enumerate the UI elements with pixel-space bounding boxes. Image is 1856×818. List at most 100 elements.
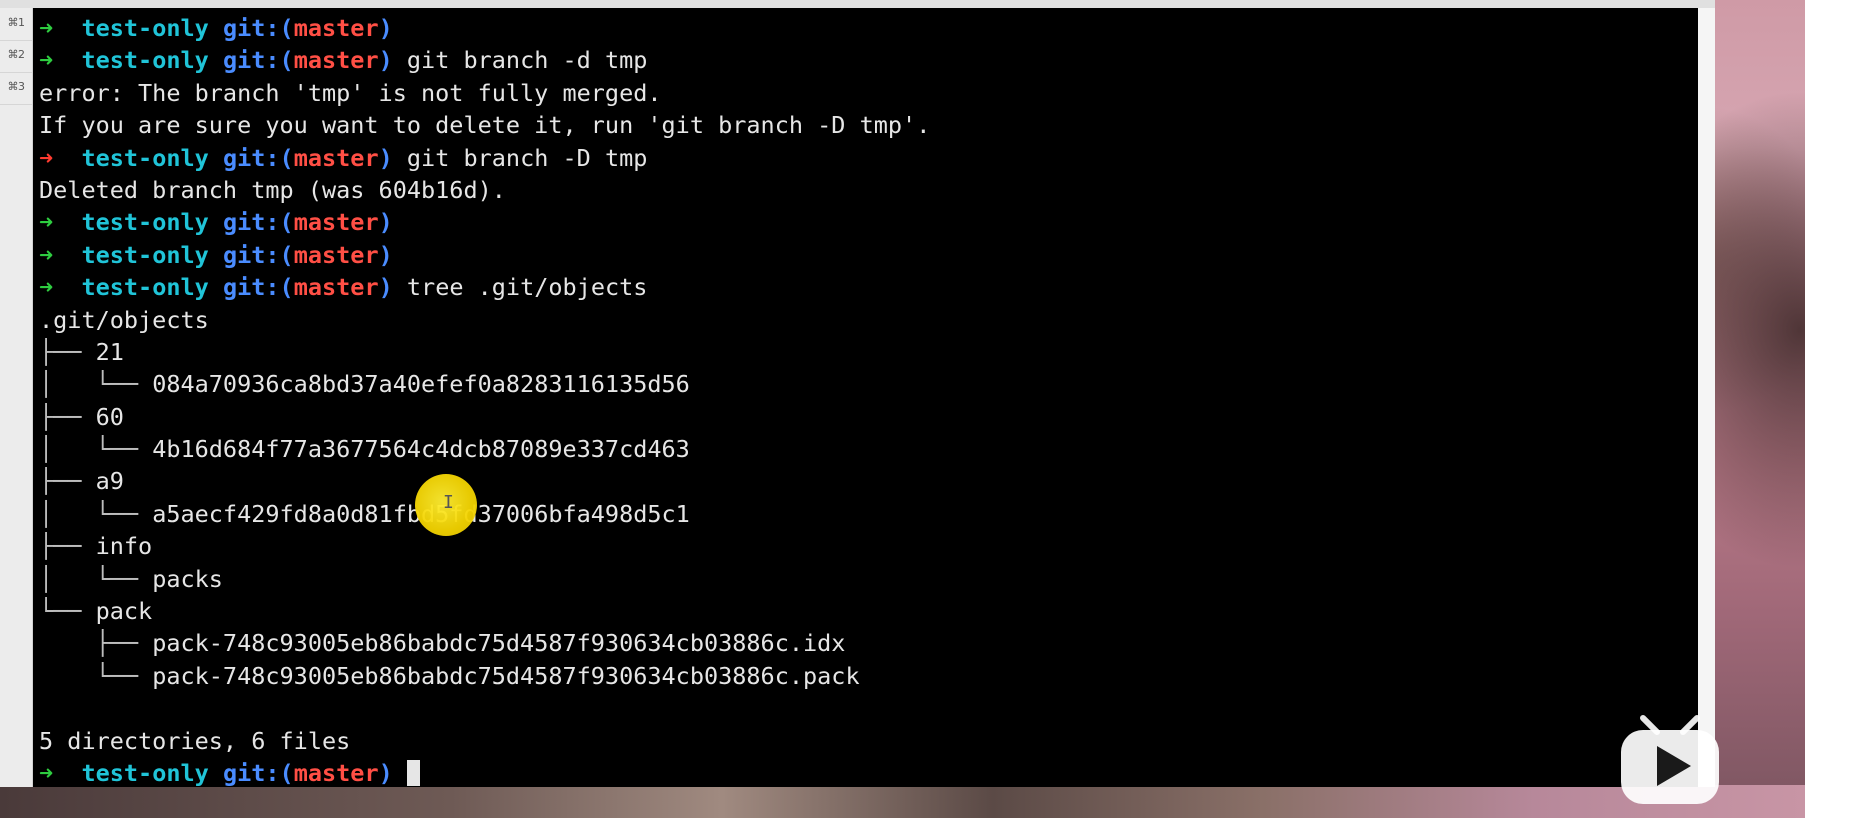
terminal-line: └── pack-748c93005eb86babdc75d4587f93063… bbox=[39, 660, 930, 692]
prompt-open-paren: ( bbox=[279, 273, 294, 302]
command-text: tree .git/objects bbox=[392, 273, 648, 302]
tree-guide: │ └── bbox=[39, 370, 153, 399]
prompt-branch: master bbox=[293, 143, 379, 172]
prompt-arrow-icon: ➜ bbox=[39, 240, 54, 269]
terminal-line: ├── 60 bbox=[39, 401, 930, 433]
terminal-line: 5 directories, 6 files bbox=[39, 725, 930, 757]
tree-guide: ├── bbox=[39, 402, 96, 431]
terminal-line: If you are sure you want to delete it, r… bbox=[39, 109, 930, 141]
right-margin bbox=[1805, 0, 1856, 818]
terminal-line: ➜ test-only git:(master) tree .git/objec… bbox=[39, 271, 930, 303]
prompt-close-paren: ) bbox=[378, 208, 393, 237]
tree-entry: 4b16d684f77a3677564c4dcb87089e337cd463 bbox=[152, 435, 690, 464]
prompt-git-label: git: bbox=[222, 240, 280, 269]
terminal-line: ➜ test-only git:(master) bbox=[39, 757, 930, 789]
prompt-directory: test-only bbox=[81, 143, 209, 172]
terminal-lines: ➜ test-only git:(master) ➜ test-only git:… bbox=[39, 12, 930, 789]
prompt-close-paren: ) bbox=[378, 240, 393, 269]
command-text: git branch -D tmp bbox=[392, 143, 648, 172]
tree-guide: └── bbox=[39, 597, 96, 626]
terminal-line: ├── pack-748c93005eb86babdc75d4587f93063… bbox=[39, 627, 930, 659]
tree-guide: ├── bbox=[39, 337, 96, 366]
command-text: git branch -d tmp bbox=[392, 46, 648, 75]
output-text: If you are sure you want to delete it, r… bbox=[39, 111, 931, 140]
prompt-git-label: git: bbox=[222, 208, 280, 237]
prompt-directory: test-only bbox=[81, 14, 209, 42]
terminal-line: │ └── 4b16d684f77a3677564c4dcb87089e337c… bbox=[39, 433, 930, 465]
terminal-line: error: The branch 'tmp' is not fully mer… bbox=[39, 77, 930, 109]
output-text: 5 directories, 6 files bbox=[39, 726, 351, 755]
tree-entry: 60 bbox=[95, 402, 124, 431]
terminal-line: │ └── a5aecf429fd8a0d81fbd5fd37006bfa498… bbox=[39, 498, 930, 530]
tree-entry: 084a70936ca8bd37a40efef0a8283116135d56 bbox=[152, 370, 690, 399]
ibeam-cursor-icon: I bbox=[443, 492, 454, 513]
prompt-branch: master bbox=[293, 758, 379, 787]
terminal-output[interactable]: ➜ test-only git:(master) ➜ test-only git:… bbox=[33, 8, 1698, 787]
tab-3[interactable]: ⌘3 bbox=[0, 72, 32, 105]
prompt-directory: test-only bbox=[81, 758, 209, 787]
prompt-branch: master bbox=[293, 273, 379, 302]
terminal-line: │ └── packs bbox=[39, 563, 930, 595]
prompt-directory: test-only bbox=[81, 240, 209, 269]
prompt-directory: test-only bbox=[81, 46, 209, 75]
tree-guide: ├── bbox=[39, 467, 96, 496]
prompt-open-paren: ( bbox=[279, 758, 294, 787]
prompt-close-paren: ) bbox=[378, 758, 393, 787]
terminal-line: ➜ test-only git:(master) bbox=[39, 206, 930, 238]
tree-guide: │ └── bbox=[39, 435, 153, 464]
terminal-line: ➜ test-only git:(master) bbox=[39, 239, 930, 271]
prompt-branch: master bbox=[293, 240, 379, 269]
terminal-line: Deleted branch tmp (was 604b16d). bbox=[39, 174, 930, 206]
terminal-line: ├── info bbox=[39, 530, 930, 562]
prompt-open-paren: ( bbox=[279, 143, 294, 172]
tree-guide: ├── bbox=[39, 629, 153, 658]
prompt-git-label: git: bbox=[222, 46, 280, 75]
terminal-line: ➜ test-only git:(master) git branch -d t… bbox=[39, 44, 930, 76]
prompt-arrow-icon: ➜ bbox=[39, 758, 54, 787]
tree-entry: packs bbox=[152, 564, 223, 593]
prompt-arrow-icon: ➜ bbox=[39, 273, 54, 302]
prompt-close-paren: ) bbox=[378, 143, 393, 172]
tree-entry: pack bbox=[95, 597, 153, 626]
tree-entry: a9 bbox=[95, 467, 124, 496]
terminal-line: │ └── 084a70936ca8bd37a40efef0a828311613… bbox=[39, 368, 930, 400]
tree-entry: info bbox=[95, 532, 153, 561]
prompt-arrow-icon: ➜ bbox=[39, 14, 54, 42]
prompt-close-paren: ) bbox=[378, 273, 393, 302]
terminal-line: .git/objects bbox=[39, 304, 930, 336]
tree-guide: ├── bbox=[39, 532, 96, 561]
text-cursor bbox=[406, 759, 420, 786]
tab-1[interactable]: ⌘1 bbox=[0, 8, 32, 41]
prompt-git-label: git: bbox=[222, 273, 280, 302]
prompt-directory: test-only bbox=[81, 208, 209, 237]
video-play-icon[interactable] bbox=[1617, 708, 1723, 808]
tree-guide: └── bbox=[39, 661, 153, 690]
command-text bbox=[393, 759, 407, 787]
prompt-close-paren: ) bbox=[378, 46, 393, 75]
output-text: error: The branch 'tmp' is not fully mer… bbox=[39, 78, 662, 107]
terminal-line: ├── 21 bbox=[39, 336, 930, 368]
prompt-open-paren: ( bbox=[279, 240, 294, 269]
prompt-open-paren: ( bbox=[279, 208, 294, 237]
tab-2[interactable]: ⌘2 bbox=[0, 40, 32, 73]
tree-entry: pack-748c93005eb86babdc75d4587f930634cb0… bbox=[152, 661, 860, 690]
terminal-line: ➜ test-only git:(master) git branch -D t… bbox=[39, 142, 930, 174]
prompt-branch: master bbox=[293, 14, 379, 42]
terminal-line: ➜ test-only git:(master) bbox=[39, 12, 930, 44]
terminal-window: ⌘1 ⌘2 ⌘3 ➜ test-only git:(master) ➜ test-… bbox=[0, 0, 1715, 787]
terminal-line: ├── a9 bbox=[39, 465, 930, 497]
prompt-open-paren: ( bbox=[279, 14, 294, 42]
prompt-open-paren: ( bbox=[279, 46, 294, 75]
prompt-branch: master bbox=[293, 208, 379, 237]
prompt-git-label: git: bbox=[222, 143, 280, 172]
prompt-arrow-icon: ➜ bbox=[39, 143, 54, 172]
prompt-arrow-icon: ➜ bbox=[39, 46, 54, 75]
terminal-line: └── pack bbox=[39, 595, 930, 627]
prompt-directory: test-only bbox=[81, 273, 209, 302]
output-text: Deleted branch tmp (was 604b16d). bbox=[39, 175, 506, 204]
tab-sidebar: ⌘1 ⌘2 ⌘3 bbox=[0, 8, 33, 787]
wallpaper-rocks bbox=[0, 785, 1805, 818]
terminal-scrollbar[interactable] bbox=[1698, 8, 1715, 787]
prompt-arrow-icon: ➜ bbox=[39, 208, 54, 237]
